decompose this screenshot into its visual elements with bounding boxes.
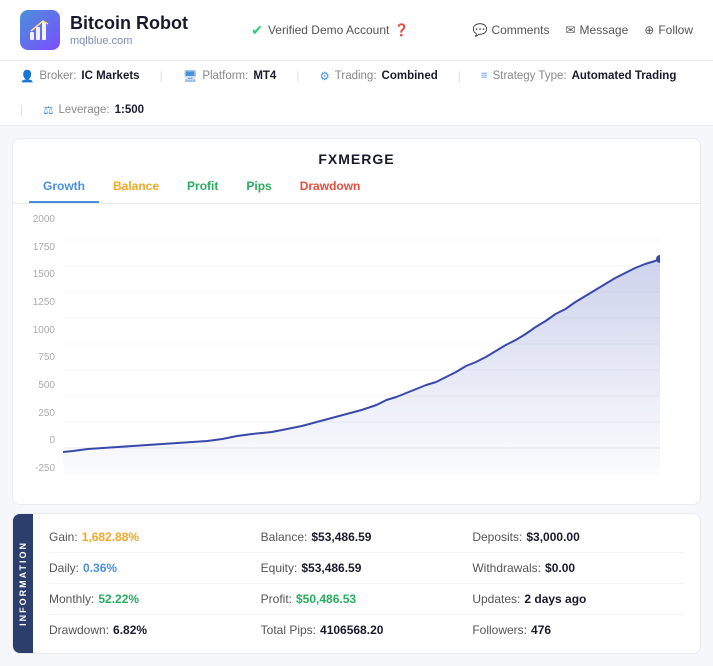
y-axis: 2000 1750 1500 1250 1000 750 500 250 0 -… — [13, 214, 61, 474]
header-left: Bitcoin Robot mqlblue.com — [20, 10, 188, 50]
help-icon[interactable]: ❓ — [394, 23, 409, 37]
info-bar: 👤 Broker: IC Markets | 🖥 Platform: MT4 |… — [0, 61, 713, 126]
verified-section: ✔ Verified Demo Account ❓ — [251, 22, 409, 39]
brand-info: Bitcoin Robot mqlblue.com — [70, 13, 188, 47]
sep2: | — [296, 69, 299, 83]
tab-balance[interactable]: Balance — [99, 171, 173, 203]
chart-svg — [63, 214, 660, 474]
platform-icon: 🖥 — [183, 69, 198, 83]
gain-row: Gain: 1,682.88% — [49, 522, 261, 553]
app-subtitle: mqlblue.com — [70, 35, 188, 47]
balance-row: Balance: $53,486.59 — [261, 522, 473, 553]
header-actions: 💬 Comments ✉ Message ⊕ Follow — [473, 23, 693, 37]
tab-drawdown[interactable]: Drawdown — [286, 171, 375, 203]
tab-growth[interactable]: Growth — [29, 171, 99, 203]
sep3: | — [458, 69, 461, 83]
panel-side-label: INFORMATION — [13, 514, 33, 653]
col-left: Gain: 1,682.88% Daily: 0.36% Monthly: 52… — [49, 522, 261, 645]
trading-info: ⚙ Trading: Combined — [319, 69, 437, 83]
info-panel: INFORMATION Gain: 1,682.88% Daily: 0.36%… — [12, 513, 701, 654]
trading-icon: ⚙ — [319, 69, 329, 83]
strategy-info: ≡ Strategy Type: Automated Trading — [481, 70, 676, 82]
sep4: | — [20, 103, 23, 117]
chart-title: FXMERGE — [13, 139, 700, 171]
comments-icon: 💬 — [473, 23, 488, 37]
leverage-info: ⚖ Leverage: 1:500 — [43, 103, 144, 117]
panel-content: Gain: 1,682.88% Daily: 0.36% Monthly: 52… — [33, 514, 700, 653]
followers-row: Followers: 476 — [472, 615, 684, 645]
chart-tabs: Growth Balance Profit Pips Drawdown — [13, 171, 700, 204]
broker-icon: 👤 — [20, 69, 34, 83]
chart-section: FXMERGE Growth Balance Profit Pips Drawd… — [12, 138, 701, 505]
platform-info: 🖥 Platform: MT4 — [183, 69, 277, 83]
logo-icon — [20, 10, 60, 50]
broker-info: 👤 Broker: IC Markets — [20, 69, 140, 83]
follow-button[interactable]: ⊕ Follow — [644, 23, 693, 37]
sep1: | — [160, 69, 163, 83]
withdrawals-row: Withdrawals: $0.00 — [472, 553, 684, 584]
follow-icon: ⊕ — [644, 23, 654, 37]
comments-button[interactable]: 💬 Comments — [473, 23, 550, 37]
tab-pips[interactable]: Pips — [232, 171, 285, 203]
header: Bitcoin Robot mqlblue.com ✔ Verified Dem… — [0, 0, 713, 61]
strategy-icon: ≡ — [481, 70, 488, 82]
totalpips-row: Total Pips: 4106568.20 — [261, 615, 473, 645]
drawdown-row: Drawdown: 6.82% — [49, 615, 261, 645]
leverage-icon: ⚖ — [43, 103, 53, 117]
verified-label: Verified Demo Account — [268, 23, 389, 37]
app-title: Bitcoin Robot — [70, 13, 188, 35]
tab-profit[interactable]: Profit — [173, 171, 232, 203]
information-label: INFORMATION — [18, 541, 28, 626]
col-right: Deposits: $3,000.00 Withdrawals: $0.00 U… — [472, 522, 684, 645]
chart-area: 2000 1750 1500 1250 1000 750 500 250 0 -… — [13, 204, 700, 504]
deposits-row: Deposits: $3,000.00 — [472, 522, 684, 553]
verified-icon: ✔ — [251, 22, 263, 39]
info-grid: Gain: 1,682.88% Daily: 0.36% Monthly: 52… — [49, 522, 684, 645]
equity-row: Equity: $53,486.59 — [261, 553, 473, 584]
col-center: Balance: $53,486.59 Equity: $53,486.59 P… — [261, 522, 473, 645]
message-button[interactable]: ✉ Message — [565, 23, 628, 37]
message-icon: ✉ — [565, 23, 575, 37]
daily-row: Daily: 0.36% — [49, 553, 261, 584]
